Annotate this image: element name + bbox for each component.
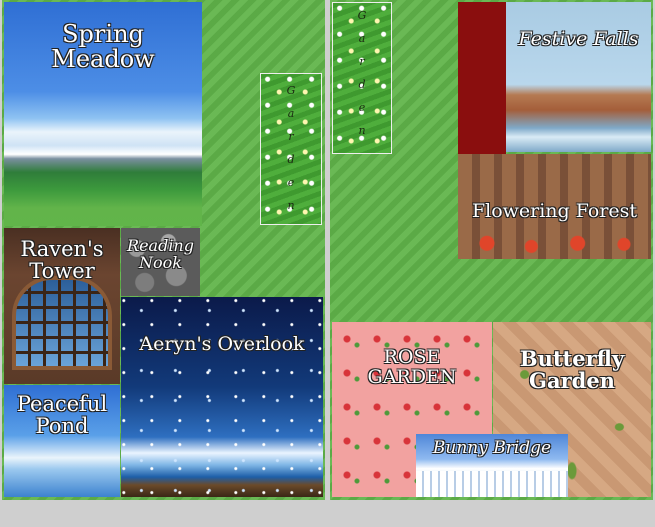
left-map-panel: Spring Meadow G a r d e n Raven's Tower … [2, 0, 325, 500]
reading-nook-tile[interactable]: Reading Nook [121, 228, 200, 296]
bunny-bridge-label: Bunny Bridge [432, 438, 552, 458]
garden-letter: e [358, 101, 366, 114]
peaceful-pond-tile[interactable]: Peaceful Pond [4, 385, 120, 497]
peaceful-pond-label: Peaceful Pond [16, 392, 108, 439]
festive-falls-label: Festive Falls [518, 28, 639, 50]
garden-vertical-label-left: G a r d e n [287, 84, 296, 212]
garden-tile-left[interactable]: G a r d e n [260, 73, 322, 225]
tower-windows [12, 276, 112, 370]
rose-garden-label: ROSE GARDEN [367, 346, 457, 388]
garden-letter: r [359, 55, 365, 68]
right-map-panel: G a r d e n Festive Falls Flowering Fore… [330, 0, 653, 500]
garden-letter: d [358, 78, 366, 91]
reading-nook-label: Reading Nook [127, 236, 194, 272]
ravens-tower-tile[interactable]: Raven's Tower [4, 228, 120, 384]
garden-letter: G [286, 84, 296, 97]
garden-vertical-label-right: G a r d e n [358, 9, 367, 137]
garden-letter: d [287, 153, 295, 166]
ravens-tower-label: Raven's Tower [20, 237, 104, 284]
spring-meadow-tile[interactable]: Spring Meadow [4, 2, 202, 226]
flowering-forest-label: Flowering Forest [471, 200, 638, 222]
red-path-vertical [458, 2, 506, 154]
garden-letter: G [357, 9, 367, 22]
garden-letter: n [287, 199, 295, 212]
garden-letter: a [287, 107, 295, 120]
bunny-bridge-tile[interactable]: Bunny Bridge [416, 434, 568, 497]
garden-letter: a [358, 32, 366, 45]
aeryns-overlook-label: Aeryn's Overlook [139, 333, 305, 355]
garden-letter: e [287, 176, 295, 189]
garden-letter: r [288, 130, 294, 143]
aeryns-overlook-tile[interactable]: Aeryn's Overlook [121, 297, 323, 497]
flowering-forest-tile[interactable]: Flowering Forest [458, 154, 651, 259]
butterfly-garden-label: Butterfly Garden [519, 346, 625, 394]
festive-falls-tile[interactable]: Festive Falls [506, 2, 651, 152]
garden-letter: n [358, 124, 366, 137]
garden-tile-right[interactable]: G a r d e n [332, 2, 392, 154]
bridge-fence [416, 471, 568, 497]
spring-meadow-label: Spring Meadow [51, 20, 155, 74]
